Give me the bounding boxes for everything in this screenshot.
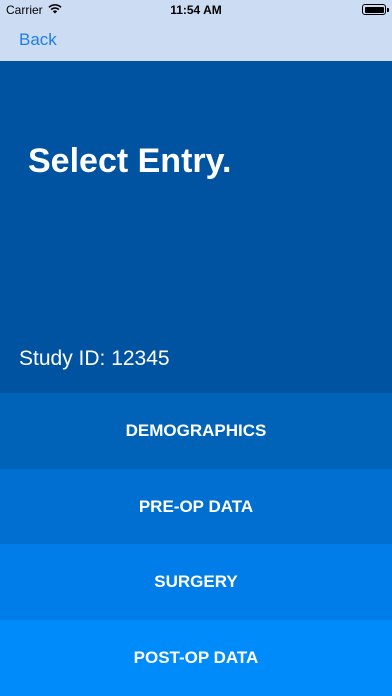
demographics-button[interactable]: DEMOGRAPHICS	[0, 393, 392, 469]
pre-op-data-button[interactable]: PRE-OP DATA	[0, 469, 392, 544]
study-id-label: Study ID: 12345	[19, 347, 170, 370]
page-title: Select Entry.	[28, 142, 232, 180]
surgery-button[interactable]: SURGERY	[0, 544, 392, 620]
post-op-data-button[interactable]: POST-OP DATA	[0, 620, 392, 696]
status-bar: Carrier 11:54 AM	[0, 0, 392, 20]
status-time: 11:54 AM	[170, 3, 222, 17]
battery-icon	[362, 4, 389, 15]
navigation-bar: Back	[0, 20, 392, 61]
hero-section: Select Entry. Study ID: 12345	[0, 61, 392, 393]
back-button[interactable]: Back	[19, 30, 57, 50]
